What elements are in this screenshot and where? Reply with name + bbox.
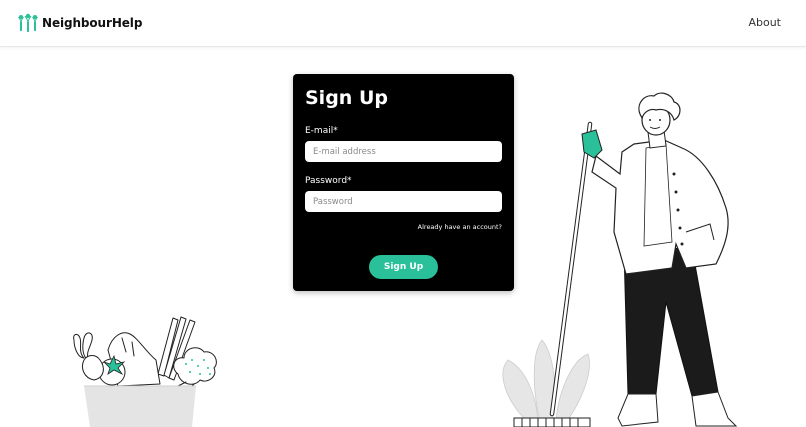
people-group-logo-icon: [18, 13, 38, 32]
page: NeighbourHelp About Sign Up E-mail* Pass…: [0, 0, 806, 427]
brand-name: NeighbourHelp: [42, 16, 143, 30]
signup-title: Sign Up: [305, 87, 388, 109]
already-have-account-link[interactable]: Already have an account?: [418, 223, 502, 231]
grocery-basket-illustration: [73, 316, 217, 427]
password-input[interactable]: [305, 191, 502, 212]
person-with-rake-illustration: [502, 92, 738, 427]
signup-submit-button[interactable]: Sign Up: [369, 255, 438, 279]
email-input[interactable]: [305, 141, 502, 162]
top-navbar: NeighbourHelp About: [0, 0, 806, 47]
password-label: Password*: [305, 176, 352, 186]
email-label: E-mail*: [305, 126, 338, 136]
nav-about-link[interactable]: About: [748, 16, 781, 29]
brand-home-link[interactable]: NeighbourHelp: [17, 12, 142, 34]
